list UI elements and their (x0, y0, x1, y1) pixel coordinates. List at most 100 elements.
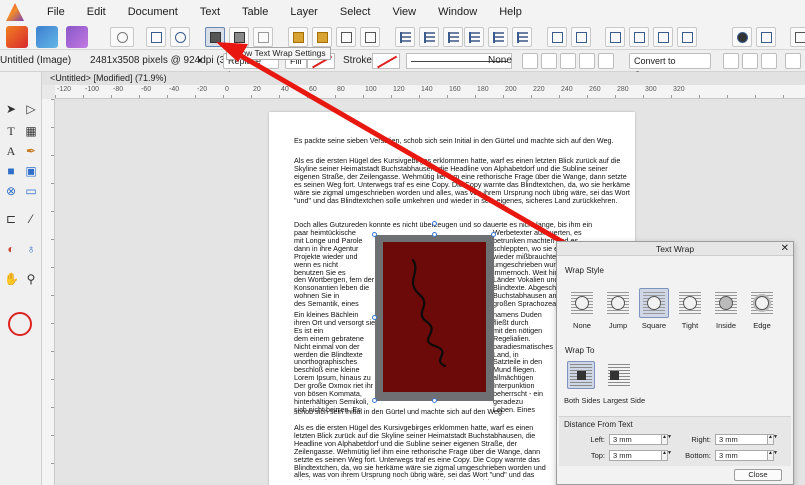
resize-handle-tl[interactable] (372, 232, 377, 237)
wrap-style-jump[interactable] (603, 288, 633, 318)
stroke-swatch[interactable] (372, 53, 400, 69)
text-tool-icon[interactable]: T (4, 124, 18, 138)
right-distance-input[interactable]: 3 mm (715, 434, 769, 445)
ctx-button-5[interactable] (598, 53, 614, 69)
text-paragraph[interactable]: Als es die ersten Hügel des Kursivgebirg… (294, 157, 634, 213)
align-left-button[interactable] (395, 27, 415, 47)
wrap-style-edge[interactable] (747, 288, 777, 318)
align-option-4[interactable] (785, 53, 801, 69)
bottom-distance-input[interactable]: 3 mm (715, 450, 769, 461)
shape-tool-icon[interactable]: ■ (4, 164, 18, 178)
placed-image[interactable] (383, 242, 486, 392)
transform-button-6[interactable] (677, 27, 697, 47)
menu-select[interactable]: Select (329, 0, 382, 24)
resize-handle-tc[interactable] (432, 232, 437, 237)
menu-document[interactable]: Document (117, 0, 189, 24)
left-distance-stepper[interactable]: ▲▼ (661, 434, 672, 445)
ctx-button-3[interactable] (560, 53, 576, 69)
transform-button-4[interactable] (629, 27, 649, 47)
text-wrap-settings-button[interactable] (205, 27, 225, 47)
resize-handle-bl[interactable] (372, 398, 377, 403)
align-top-button[interactable] (464, 27, 484, 47)
rotate-handle[interactable] (432, 221, 437, 226)
dialog-titlebar[interactable]: Text Wrap ✕ (557, 242, 793, 256)
bottom-distance-stepper[interactable]: ▲▼ (767, 450, 778, 461)
text-paragraph[interactable]: schob sich sein Initial in den Gürtel un… (294, 408, 594, 417)
ctx-button-4[interactable] (579, 53, 595, 69)
arrange-button-4[interactable] (360, 27, 380, 47)
transform-button-2[interactable] (571, 27, 591, 47)
left-distance-input[interactable]: 3 mm (609, 434, 663, 445)
publisher-persona-icon[interactable] (6, 26, 28, 48)
wrap-to-largest-side[interactable] (605, 361, 633, 389)
menu-table[interactable]: Table (231, 0, 279, 24)
wrap-style-square[interactable] (639, 288, 669, 318)
picture-frame-icon[interactable]: ▣ (24, 164, 38, 178)
convert-to-curves-button[interactable]: Convert to Curves (629, 53, 711, 80)
wrap-style-none[interactable] (567, 288, 597, 318)
close-icon[interactable]: ✕ (781, 242, 789, 256)
text-paragraph[interactable]: Es packte seine sieben Versalien, schob … (294, 137, 614, 154)
wrapped-column-left[interactable]: Ein kleines Bächlein ihren Ort und verso… (294, 311, 376, 414)
snapping-button[interactable] (732, 27, 752, 47)
menu-text[interactable]: Text (189, 0, 231, 24)
close-button[interactable]: Close (734, 469, 782, 481)
node-tool-icon[interactable]: ▷ (24, 102, 38, 116)
image-frame-icon[interactable]: ▭ (24, 184, 38, 198)
chevron-down-icon[interactable]: ▾ (198, 50, 202, 72)
align-right-button[interactable] (443, 27, 463, 47)
table-tool-icon[interactable]: ▦ (24, 124, 38, 138)
arrange-button-2[interactable] (312, 27, 332, 47)
menu-view[interactable]: View (381, 0, 427, 24)
menu-help[interactable]: Help (488, 0, 533, 24)
more-options-button[interactable] (790, 27, 805, 47)
menu-file[interactable]: File (36, 0, 76, 24)
pen-tool-icon[interactable]: ✒ (24, 144, 38, 158)
align-option-3[interactable] (761, 53, 777, 69)
color-picker-icon[interactable]: ⁄ (24, 212, 38, 226)
align-center-button[interactable] (419, 27, 439, 47)
home-button[interactable] (146, 27, 166, 47)
designer-persona-icon[interactable] (66, 26, 88, 48)
transform-button-3[interactable] (605, 27, 625, 47)
wrap-style-tight[interactable] (675, 288, 705, 318)
share-button[interactable] (110, 27, 134, 47)
text-paragraph[interactable]: Als es die ersten Hügel des Kursivgebirg… (294, 424, 556, 480)
wrapped-column-right[interactable]: namens Duden fließt durch mit den nötige… (493, 311, 555, 414)
photo-persona-icon[interactable] (36, 26, 58, 48)
document-tab[interactable]: <Untitled> [Modified] (71.9%) (50, 72, 167, 85)
image-dimensions-dropdown[interactable]: 2481x3508 pixels @ 924dpi (32%) (90, 50, 243, 72)
transform-button-5[interactable] (653, 27, 673, 47)
arrange-button-1[interactable] (288, 27, 308, 47)
resize-handle-tr[interactable] (491, 232, 496, 237)
right-distance-stepper[interactable]: ▲▼ (767, 434, 778, 445)
frame-fit-button[interactable] (253, 27, 273, 47)
align-bottom-button[interactable] (512, 27, 532, 47)
top-distance-stepper[interactable]: ▲▼ (661, 450, 672, 461)
ellipse-frame-icon[interactable]: ⊗ (4, 184, 18, 198)
select-tool-icon[interactable]: ➤ (4, 102, 18, 116)
top-distance-input[interactable]: 3 mm (609, 450, 663, 461)
align-option-1[interactable] (723, 53, 739, 69)
align-middle-button[interactable] (488, 27, 508, 47)
menu-layer[interactable]: Layer (279, 0, 329, 24)
wrapped-column-left[interactable]: paar heimtückische mit Longe und Parole … (294, 229, 376, 308)
app-logo-icon[interactable] (6, 3, 24, 21)
crop-tool-icon[interactable]: ⊏ (4, 212, 18, 226)
align-option-2[interactable] (742, 53, 758, 69)
zoom-tool-icon[interactable]: ⚲ (24, 272, 38, 286)
menu-edit[interactable]: Edit (76, 0, 117, 24)
resize-handle-bc[interactable] (432, 398, 437, 403)
transparency-tool-icon[interactable]: ♁ (24, 242, 38, 256)
frame-text-icon[interactable]: A (4, 144, 18, 158)
arrange-button-3[interactable] (336, 27, 356, 47)
ctx-button-1[interactable] (522, 53, 538, 69)
transform-button-1[interactable] (547, 27, 567, 47)
menu-window[interactable]: Window (427, 0, 488, 24)
fill-tool-icon[interactable]: ◐ (4, 242, 18, 256)
view-mode-button[interactable] (756, 27, 776, 47)
wrap-style-inside[interactable] (711, 288, 741, 318)
selected-image-frame[interactable] (372, 221, 496, 403)
wrap-to-both-sides[interactable] (567, 361, 595, 389)
ctx-button-2[interactable] (541, 53, 557, 69)
